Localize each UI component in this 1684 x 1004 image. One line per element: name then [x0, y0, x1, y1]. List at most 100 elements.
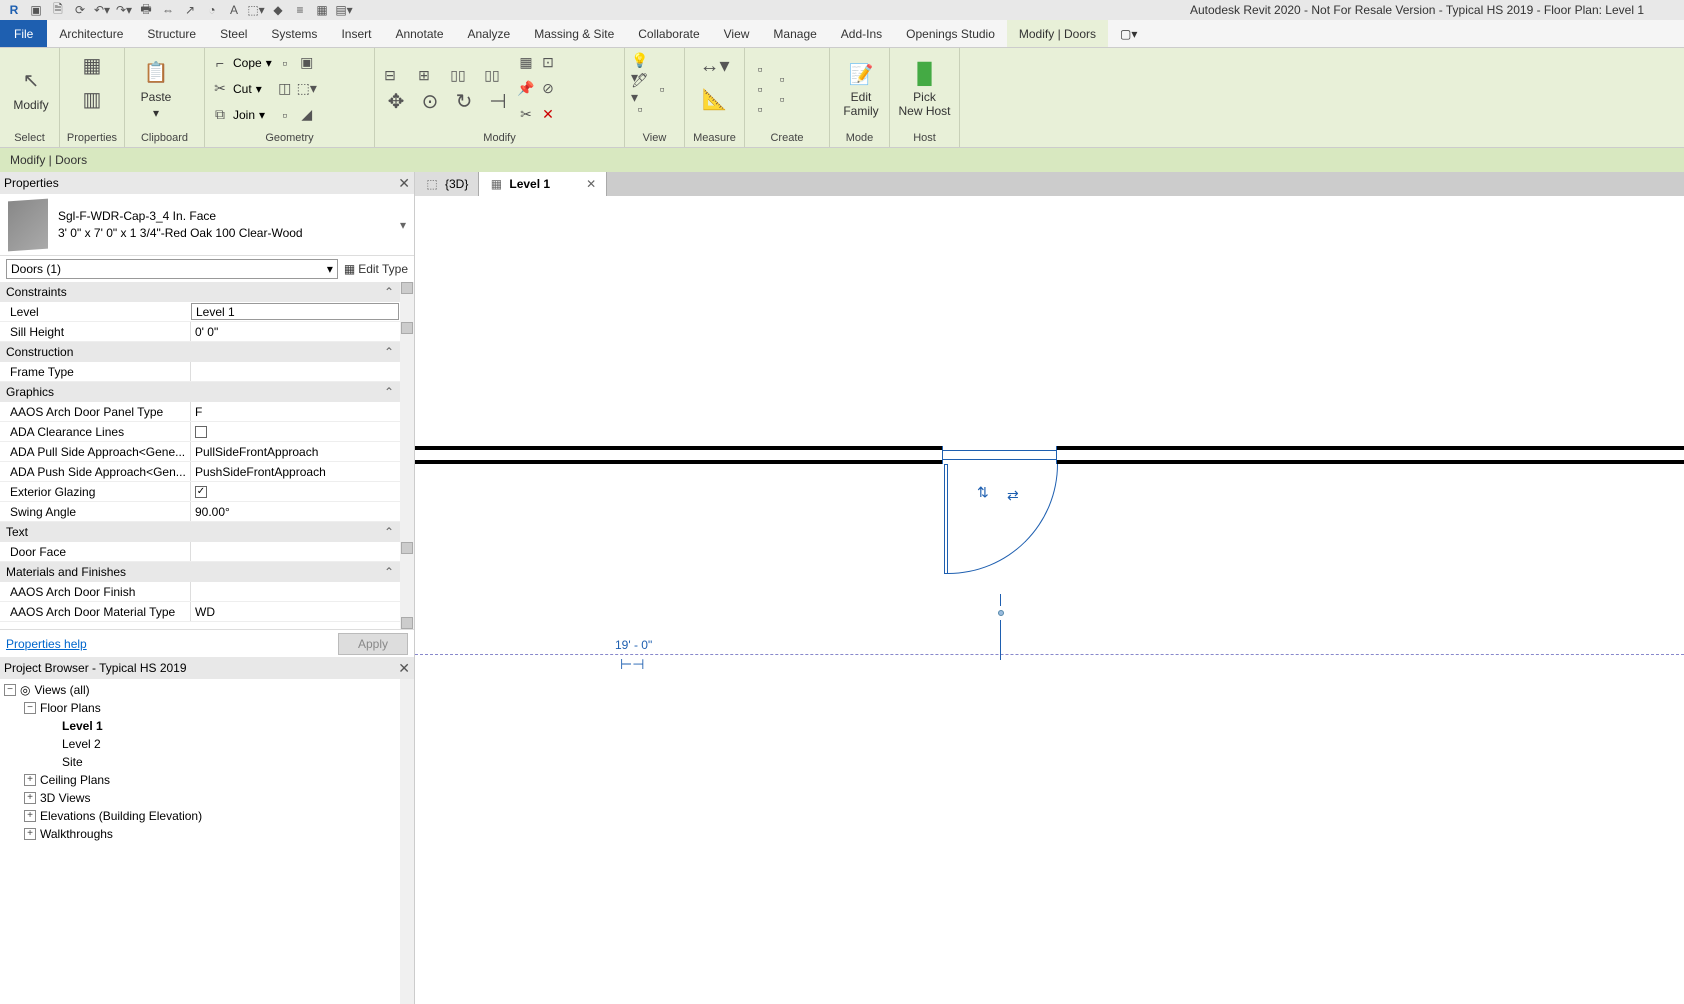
- floor-plans-node[interactable]: Floor Plans: [2, 699, 412, 717]
- ada-push-value[interactable]: PushSideFrontApproach: [190, 462, 400, 481]
- expand-icon[interactable]: [24, 810, 36, 822]
- collapse-icon[interactable]: [24, 702, 36, 714]
- move-icon[interactable]: ✥: [381, 87, 411, 117]
- close-tab-icon[interactable]: ✕: [586, 177, 596, 191]
- ceiling-plans-node[interactable]: Ceiling Plans: [2, 771, 412, 789]
- undo-icon[interactable]: ↶▾: [94, 2, 110, 18]
- measure-icon[interactable]: ⇔: [160, 2, 176, 18]
- properties-scrollbar[interactable]: [400, 282, 414, 629]
- swing-angle-value[interactable]: 90.00°: [190, 502, 400, 521]
- annotate-tab[interactable]: Annotate: [383, 20, 455, 47]
- dimension-icon[interactable]: ↗: [182, 2, 198, 18]
- scale-icon[interactable]: ⊡: [539, 54, 557, 72]
- paste-button[interactable]: 📋Paste▾: [131, 51, 181, 127]
- expand-icon[interactable]: [24, 828, 36, 840]
- create-similar-icon[interactable]: ▫: [751, 60, 769, 78]
- construction-category[interactable]: Construction⌃: [0, 342, 400, 362]
- properties-help-link[interactable]: Properties help: [6, 637, 87, 651]
- sync-icon[interactable]: ⟳: [72, 2, 88, 18]
- rotate-icon[interactable]: ↻: [449, 87, 479, 117]
- scroll-down-icon[interactable]: [401, 617, 413, 629]
- architecture-tab[interactable]: Architecture: [47, 20, 135, 47]
- frame-type-value[interactable]: [190, 362, 400, 381]
- analyze-tab[interactable]: Analyze: [456, 20, 523, 47]
- constraints-category[interactable]: Constraints⌃: [0, 282, 400, 302]
- text-icon[interactable]: A: [226, 2, 242, 18]
- join-button[interactable]: ⧉Join▾: [211, 103, 272, 127]
- openings-studio-tab[interactable]: Openings Studio: [894, 20, 1007, 47]
- level-1-tab[interactable]: ▦Level 1✕: [479, 172, 607, 196]
- file-tab[interactable]: File: [0, 20, 47, 47]
- walkthroughs-node[interactable]: Walkthroughs: [2, 825, 412, 843]
- insert-tab[interactable]: Insert: [329, 20, 383, 47]
- save-icon[interactable]: 🗎: [50, 2, 66, 18]
- browser-scrollbar[interactable]: [400, 679, 414, 1004]
- section-icon[interactable]: ◆: [270, 2, 286, 18]
- collapse-icon[interactable]: [4, 684, 16, 696]
- level-value[interactable]: Level 1: [191, 303, 399, 320]
- exterior-glazing-value[interactable]: ✓: [190, 482, 400, 501]
- text-category[interactable]: Text⌃: [0, 522, 400, 542]
- create-icon2[interactable]: ▫: [773, 90, 791, 108]
- pick-new-host-button[interactable]: ▐▌Pick New Host: [896, 51, 953, 127]
- thin-lines-icon[interactable]: ≡: [292, 2, 308, 18]
- structure-tab[interactable]: Structure: [135, 20, 208, 47]
- door-material-value[interactable]: WD: [190, 602, 400, 621]
- demolish-icon[interactable]: ▣: [298, 54, 316, 72]
- ribbon-options-icon[interactable]: ▢▾: [1108, 20, 1149, 47]
- measure-icon2[interactable]: 📐: [700, 84, 730, 114]
- graphics-category[interactable]: Graphics⌃: [0, 382, 400, 402]
- panel-type-value[interactable]: F: [190, 402, 400, 421]
- modify-doors-tab[interactable]: Modify | Doors: [1007, 20, 1108, 47]
- collaborate-tab[interactable]: Collaborate: [626, 20, 711, 47]
- create-parts-icon[interactable]: ▫: [773, 70, 791, 88]
- level-2-node[interactable]: Level 2: [2, 735, 412, 753]
- door-frame[interactable]: [942, 450, 1057, 460]
- linework-icon[interactable]: ▫: [631, 100, 649, 118]
- site-node[interactable]: Site: [2, 753, 412, 771]
- massing-tab[interactable]: Massing & Site: [522, 20, 626, 47]
- 3d-view-tab[interactable]: ⬚{3D}: [415, 172, 479, 196]
- trim-icon[interactable]: ⊣: [483, 87, 513, 117]
- ada-clearance-value[interactable]: [190, 422, 400, 441]
- create-assembly-icon[interactable]: ▫: [751, 100, 769, 118]
- cut-button[interactable]: ✂Cut▾: [211, 77, 272, 101]
- delete-icon[interactable]: ✕: [539, 106, 557, 124]
- flip-horizontal-control[interactable]: ⇄: [1007, 487, 1017, 504]
- 3d-views-node[interactable]: 3D Views: [2, 789, 412, 807]
- properties-icon[interactable]: ▦: [77, 50, 107, 80]
- apply-button[interactable]: Apply: [338, 633, 408, 655]
- wall-element[interactable]: [415, 446, 1684, 464]
- geo-icon[interactable]: ⬚▾: [298, 80, 316, 98]
- view-icon2[interactable]: ▫: [653, 80, 671, 98]
- create-group-icon[interactable]: ▫: [751, 80, 769, 98]
- 3d-icon[interactable]: ⬚▾: [248, 2, 264, 18]
- scroll-up-icon[interactable]: [401, 282, 413, 294]
- split-icon[interactable]: ◫: [276, 80, 294, 98]
- close-properties-icon[interactable]: ✕: [398, 175, 410, 192]
- beam-join-icon[interactable]: ◢: [298, 106, 316, 124]
- offset-icon[interactable]: ⊞: [415, 67, 433, 85]
- override-icon[interactable]: 🖊▾: [631, 80, 649, 98]
- wall-join-icon[interactable]: ▫: [276, 106, 294, 124]
- materials-category[interactable]: Materials and Finishes⌃: [0, 562, 400, 582]
- switch-windows-icon[interactable]: ▤▾: [336, 2, 352, 18]
- drawing-canvas[interactable]: ↖ ⇅ ⇄ 19' - 0" ⊢⊣: [415, 196, 1684, 1004]
- open-icon[interactable]: ▣: [28, 2, 44, 18]
- door-finish-value[interactable]: [190, 582, 400, 601]
- notch-icon[interactable]: ▫: [276, 54, 294, 72]
- redo-icon[interactable]: ↷▾: [116, 2, 132, 18]
- view-tab[interactable]: View: [712, 20, 762, 47]
- properties-filter-dropdown[interactable]: Doors (1)▾: [6, 259, 338, 279]
- mirror-pick-icon[interactable]: ▯▯: [449, 67, 467, 85]
- type-properties-icon[interactable]: ▥: [77, 84, 107, 114]
- align-icon[interactable]: ⊟: [381, 67, 399, 85]
- mirror-draw-icon[interactable]: ▯▯: [483, 67, 501, 85]
- edit-family-button[interactable]: 📝Edit Family: [836, 51, 886, 127]
- unpin-icon[interactable]: 📌: [517, 80, 535, 98]
- aligned-dim-icon[interactable]: ↔▾: [700, 50, 730, 80]
- cope-button[interactable]: ⌐Cope▾: [211, 51, 272, 75]
- print-icon[interactable]: 🖶: [138, 2, 154, 18]
- split-element-icon[interactable]: ✂: [517, 106, 535, 124]
- array-icon[interactable]: ▦: [517, 54, 535, 72]
